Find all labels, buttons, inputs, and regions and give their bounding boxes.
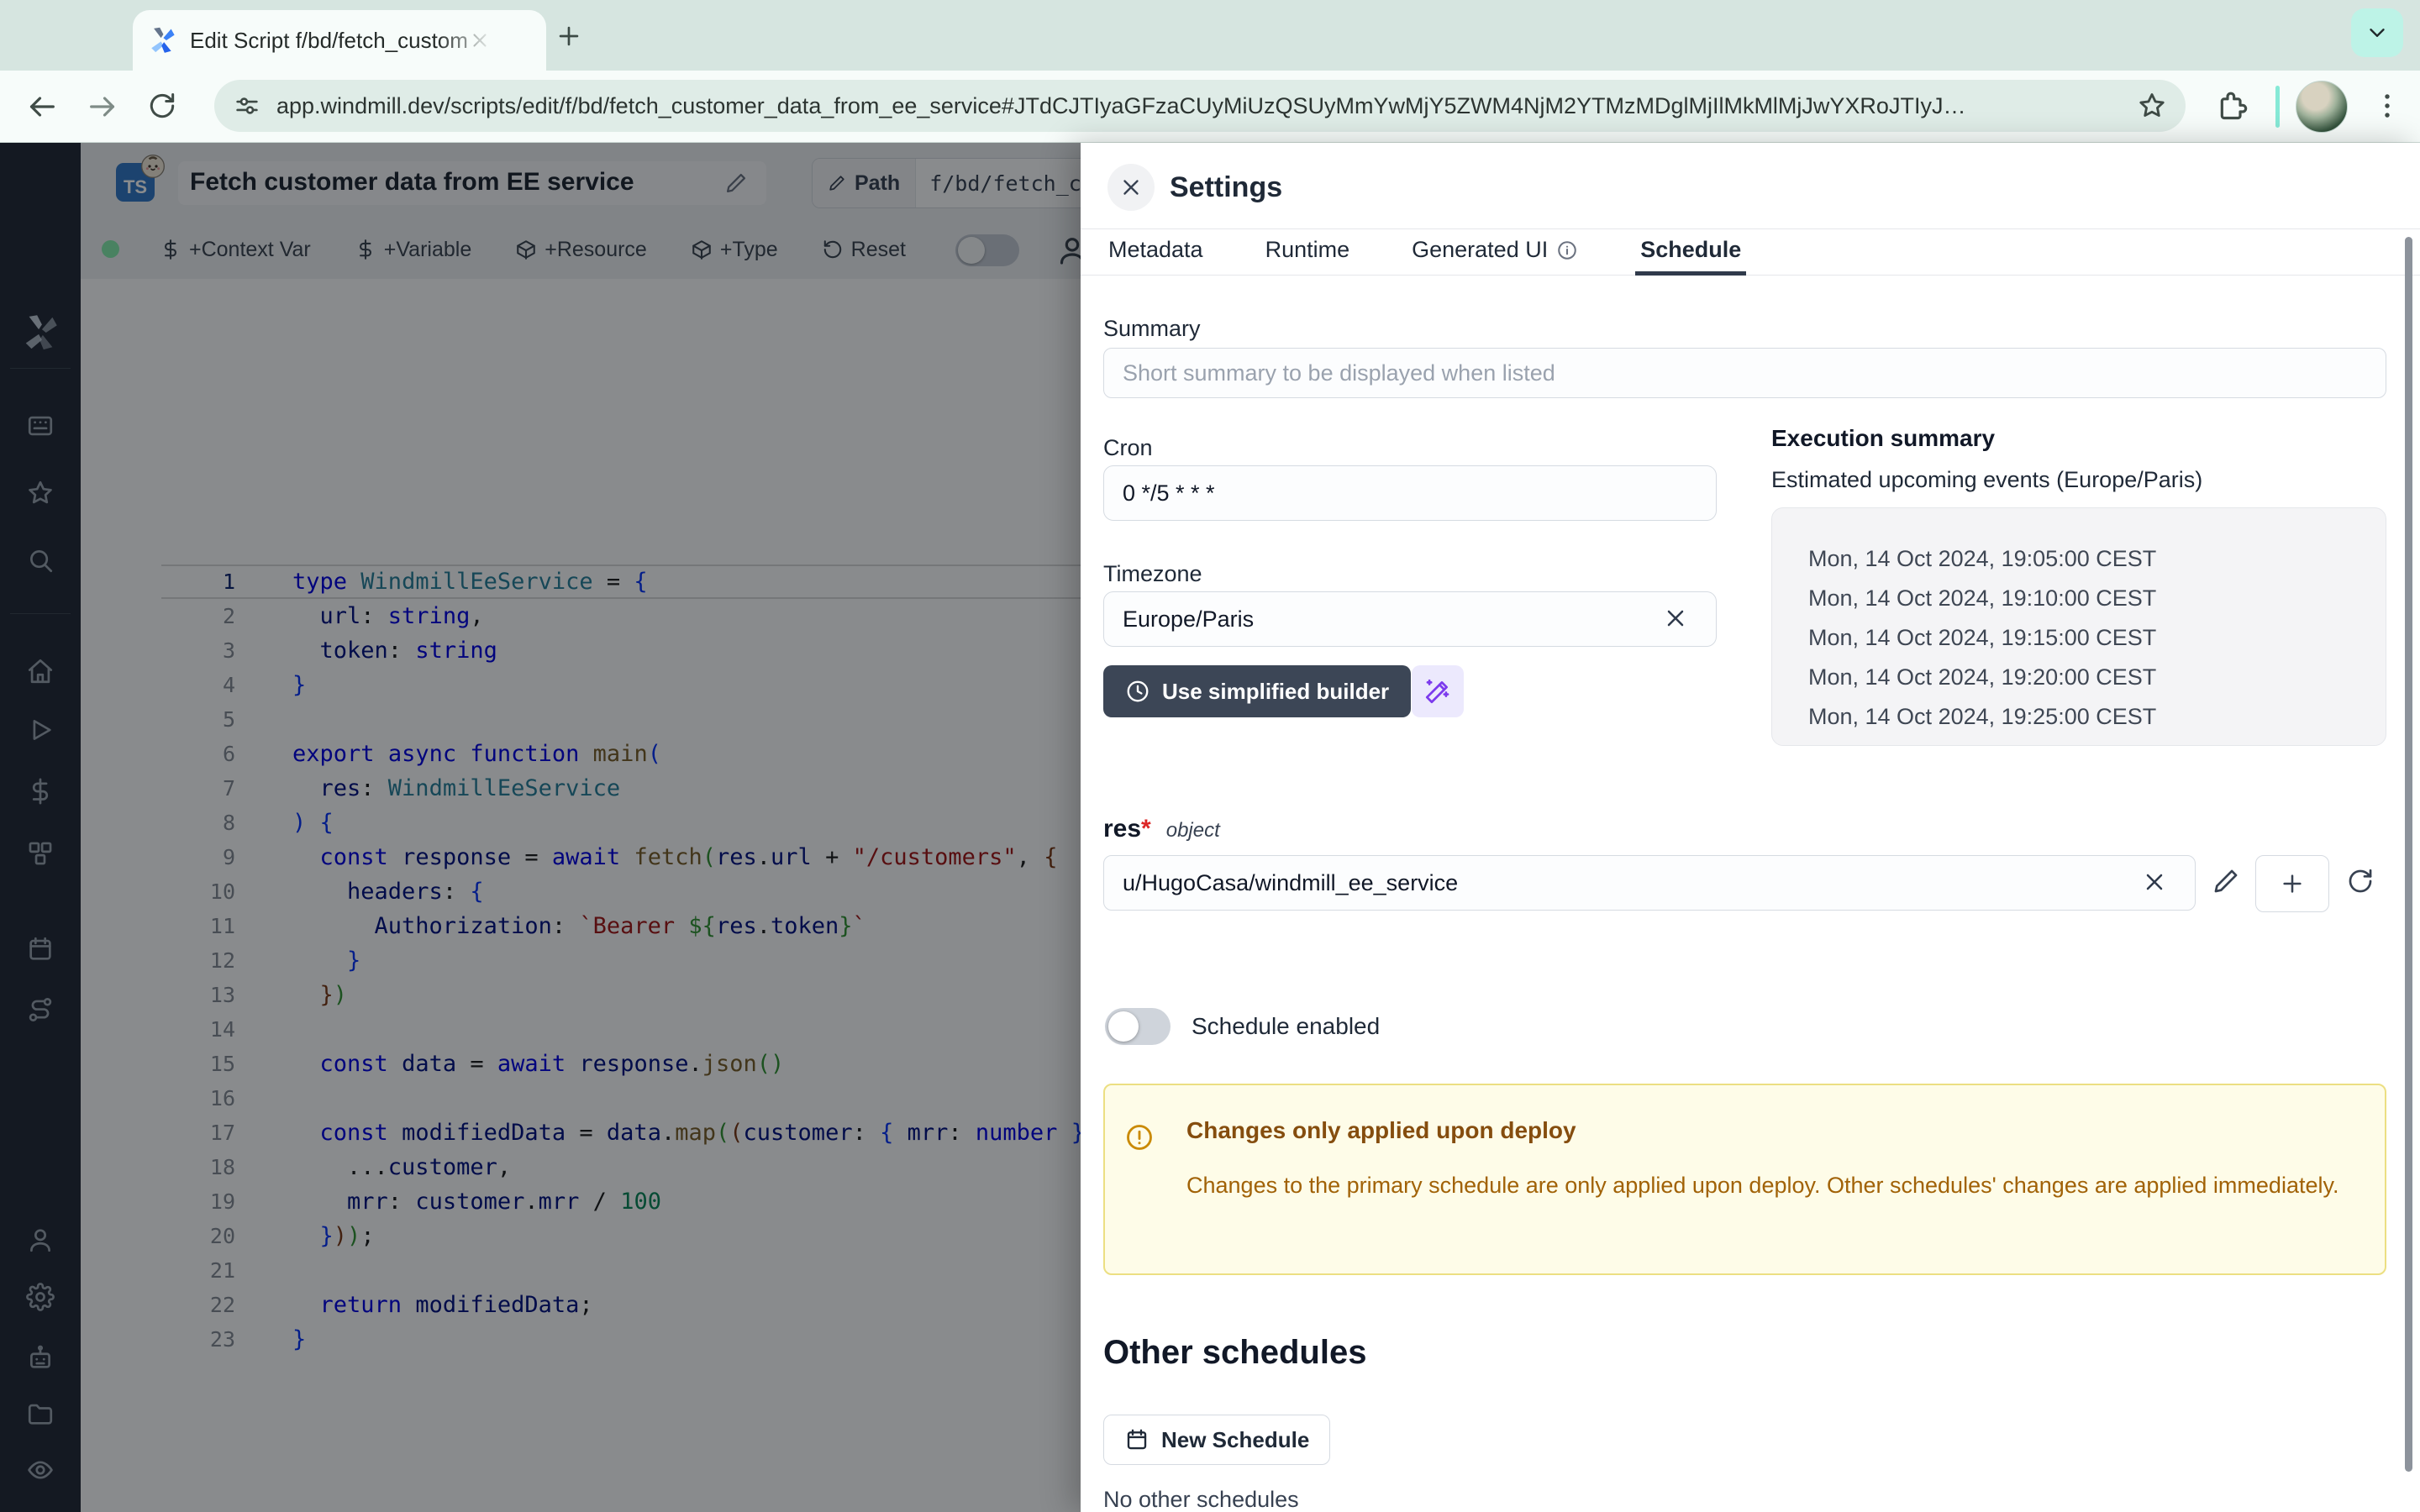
- chrome-separator: [2275, 86, 2280, 128]
- extensions-icon[interactable]: [2215, 90, 2249, 123]
- drawer-scrollbar[interactable]: [2405, 237, 2412, 1472]
- timezone-input[interactable]: [1103, 591, 1717, 647]
- url-text: app.windmill.dev/scripts/edit/f/bd/fetch…: [276, 93, 2137, 119]
- back-icon[interactable]: [25, 90, 59, 123]
- new-tab-button[interactable]: [555, 22, 583, 50]
- summary-input[interactable]: [1103, 348, 2386, 398]
- res-type: object: [1166, 819, 1220, 842]
- alert-circle-icon: [1124, 1122, 1155, 1152]
- res-input[interactable]: [1103, 855, 2196, 911]
- cron-label: Cron: [1103, 435, 1153, 461]
- refresh-res-icon[interactable]: [2346, 867, 2375, 895]
- bookmark-star-icon[interactable]: [2137, 91, 2167, 121]
- screen: Edit Script f/bd/fetch_custom app.windmi…: [0, 0, 2420, 1512]
- summary-label: Summary: [1103, 316, 1201, 342]
- new-schedule-button[interactable]: New Schedule: [1103, 1415, 1330, 1465]
- window-chevron-button[interactable]: [2351, 8, 2403, 57]
- toggle-knob: [1108, 1011, 1139, 1042]
- res-name: res: [1103, 815, 1141, 843]
- execution-summary-title: Execution summary: [1771, 425, 1995, 452]
- no-other-schedules-text: No other schedules: [1103, 1487, 1299, 1512]
- drawer-title: Settings: [1170, 171, 1282, 204]
- profile-avatar[interactable]: [2296, 81, 2348, 133]
- calendar-icon: [1124, 1427, 1150, 1452]
- execution-summary-subtitle: Estimated upcoming events (Europe/Paris): [1771, 467, 2202, 493]
- upcoming-event: Mon, 14 Oct 2024, 19:25:00 CEST: [1808, 704, 2156, 730]
- upcoming-event: Mon, 14 Oct 2024, 19:10:00 CEST: [1808, 585, 2156, 612]
- upcoming-event: Mon, 14 Oct 2024, 19:15:00 CEST: [1808, 625, 2156, 651]
- url-bar[interactable]: app.windmill.dev/scripts/edit/f/bd/fetch…: [214, 80, 2186, 132]
- menu-kebab-icon[interactable]: [2371, 90, 2403, 122]
- browser-tab[interactable]: Edit Script f/bd/fetch_custom: [133, 10, 546, 71]
- required-marker: *: [1141, 815, 1151, 843]
- warning-body: Changes to the primary schedule are only…: [1186, 1164, 2356, 1206]
- upcoming-event: Mon, 14 Oct 2024, 19:05:00 CEST: [1808, 546, 2156, 572]
- schedule-enabled-label: Schedule enabled: [1192, 1013, 1380, 1040]
- browser-navbar: app.windmill.dev/scripts/edit/f/bd/fetch…: [0, 71, 2420, 143]
- builder-button-label: Use simplified builder: [1162, 679, 1389, 705]
- magic-wand-icon: [1423, 677, 1452, 706]
- browser-tab-strip: Edit Script f/bd/fetch_custom: [0, 0, 2420, 71]
- simplified-builder-button[interactable]: Use simplified builder: [1103, 665, 1411, 717]
- ai-wand-button[interactable]: [1412, 665, 1464, 717]
- tab-schedule[interactable]: Schedule: [1635, 228, 1746, 276]
- close-drawer-button[interactable]: [1107, 164, 1155, 211]
- warning-title: Changes only applied upon deploy: [1186, 1117, 1576, 1144]
- reload-icon[interactable]: [146, 90, 178, 122]
- forward-icon[interactable]: [86, 90, 119, 123]
- plus-icon: [2279, 870, 2306, 897]
- other-schedules-title: Other schedules: [1103, 1334, 1366, 1372]
- close-icon: [1118, 175, 1144, 200]
- windmill-favicon-icon: [148, 26, 176, 55]
- tab-runtime[interactable]: Runtime: [1260, 228, 1355, 276]
- clear-res-icon[interactable]: [2141, 869, 2168, 895]
- new-schedule-label: New Schedule: [1161, 1427, 1309, 1453]
- res-field-label: res* object: [1103, 815, 1220, 843]
- clock-icon: [1125, 679, 1150, 704]
- settings-tabs: Metadata Runtime Generated UI Schedule: [1103, 228, 1746, 276]
- tab-generated-ui[interactable]: Generated UI: [1407, 228, 1583, 276]
- clear-timezone-icon[interactable]: [1662, 605, 1689, 632]
- tab-title: Edit Script f/bd/fetch_custom: [190, 28, 467, 54]
- tab-metadata[interactable]: Metadata: [1103, 228, 1208, 276]
- tab-title-fade: [437, 22, 496, 59]
- chevron-down-icon: [2365, 20, 2390, 45]
- site-controls-icon[interactable]: [233, 92, 261, 120]
- timezone-label: Timezone: [1103, 561, 1202, 587]
- add-resource-button[interactable]: [2255, 855, 2329, 912]
- edit-res-pencil-icon[interactable]: [2212, 867, 2240, 895]
- info-icon: [1556, 239, 1578, 261]
- upcoming-event: Mon, 14 Oct 2024, 19:20:00 CEST: [1808, 664, 2156, 690]
- schedule-enabled-toggle[interactable]: [1105, 1008, 1171, 1045]
- settings-drawer: Settings Metadata Runtime Generated UI Sche…: [1081, 143, 2420, 1512]
- cron-input[interactable]: [1103, 465, 1717, 521]
